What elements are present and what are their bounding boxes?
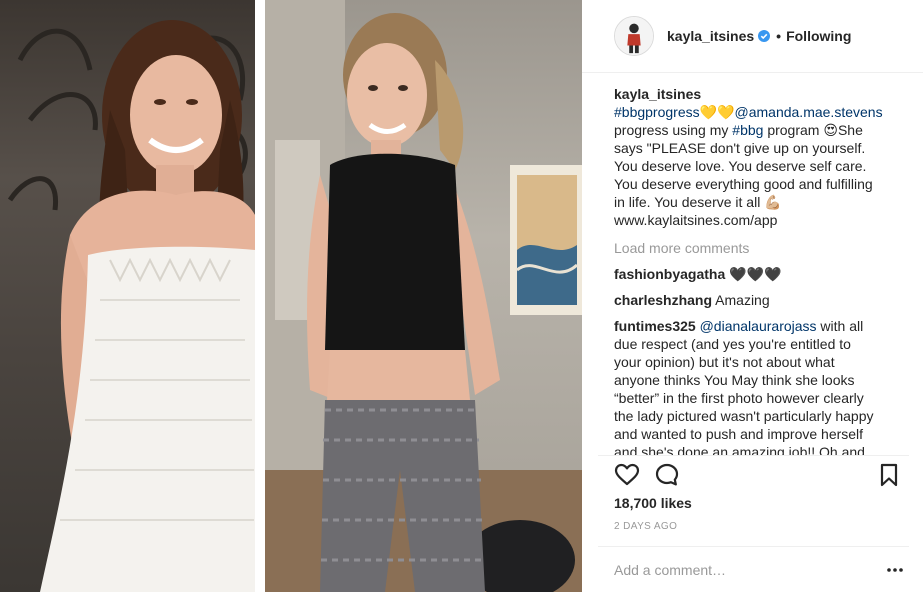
list-item: charleshzhang Amazing <box>614 291 904 309</box>
list-item: fashionbyagatha 🖤🖤🖤 <box>614 265 904 283</box>
comment-text: anyone thinks You May think she looks <box>614 372 855 388</box>
comment-username[interactable]: charleshzhang <box>614 292 712 308</box>
before-photo <box>0 0 255 592</box>
list-item: funtimes325 @dianalaurarojass with all d… <box>614 317 904 455</box>
caption-username[interactable]: kayla_itsines <box>614 86 701 102</box>
bride-illustration <box>7 20 255 592</box>
comment-text: your opinion) but it's not about what <box>614 354 835 370</box>
more-options-icon[interactable] <box>886 561 904 579</box>
post-timestamp: 2 DAYS AGO <box>614 521 678 532</box>
verified-badge-icon <box>758 30 771 42</box>
comment-text: and she's done an amazing job!! Oh and <box>614 444 865 455</box>
caption-emoji: 💪🏼 <box>764 194 782 210</box>
after-photo <box>265 0 582 592</box>
caption-text: You deserve everything good and fulfilli… <box>614 176 873 192</box>
caption-text: says "PLEASE don't give up on yourself. <box>614 140 866 156</box>
footer-divider <box>598 546 909 547</box>
following-button[interactable]: Following <box>786 28 851 44</box>
likes-count[interactable]: 18,700 likes <box>614 495 692 511</box>
caption-text: progress using my <box>614 122 733 138</box>
comment-username[interactable]: fashionbyagatha <box>614 266 725 282</box>
header-separator: • <box>776 28 782 44</box>
comment-text: 🖤🖤🖤 <box>729 266 782 282</box>
add-comment-input[interactable] <box>614 560 889 580</box>
load-more-comments-button[interactable]: Load more comments <box>614 239 904 257</box>
heart-icon[interactable] <box>614 462 640 488</box>
fitness-illustration <box>265 0 582 592</box>
comments-list: kayla_itsines #bbgprogress💛💛@amanda.mae.… <box>614 85 904 455</box>
photo-divider <box>255 0 265 592</box>
hashtag-link[interactable]: #bbgprogress <box>614 104 700 120</box>
caption-emoji: 💛💛 <box>699 104 735 120</box>
caption-url: www.kaylaitsines.com/app <box>614 212 778 228</box>
comment-text: with all <box>816 318 864 334</box>
comment-text: “better” in the first photo however clea… <box>614 390 864 406</box>
comment-username[interactable]: funtimes325 <box>614 318 696 334</box>
avatar-icon[interactable] <box>614 16 654 56</box>
comments-divider <box>598 455 909 456</box>
comment-icon[interactable] <box>654 462 680 488</box>
bookmark-icon[interactable] <box>876 462 902 488</box>
mention-link[interactable]: @dianalaurarojass <box>700 318 817 334</box>
caption-text: in life. You deserve it all <box>614 194 765 210</box>
caption-emoji: 😍 <box>823 122 838 138</box>
header-username[interactable]: kayla_itsines <box>667 28 754 44</box>
caption-text: program <box>763 122 824 138</box>
action-bar <box>614 462 909 488</box>
comment-text: and wanted to push and improve herself <box>614 426 864 442</box>
comment-text: due respect (and yes you're entitled to <box>614 336 851 352</box>
mention-link[interactable]: @amanda.mae.stevens <box>735 104 883 120</box>
hashtag-link[interactable]: #bbg <box>732 122 763 138</box>
caption-text: She <box>837 122 863 138</box>
comment-text: the lady pictured wasn't particularly ha… <box>614 408 874 424</box>
post-header: kayla_itsines • Following <box>582 0 923 73</box>
comment-text: Amazing <box>715 292 770 308</box>
post-photo[interactable] <box>0 0 582 592</box>
post-caption: kayla_itsines #bbgprogress💛💛@amanda.mae.… <box>614 85 904 229</box>
caption-text: You deserve love. You deserve self care. <box>614 158 867 174</box>
